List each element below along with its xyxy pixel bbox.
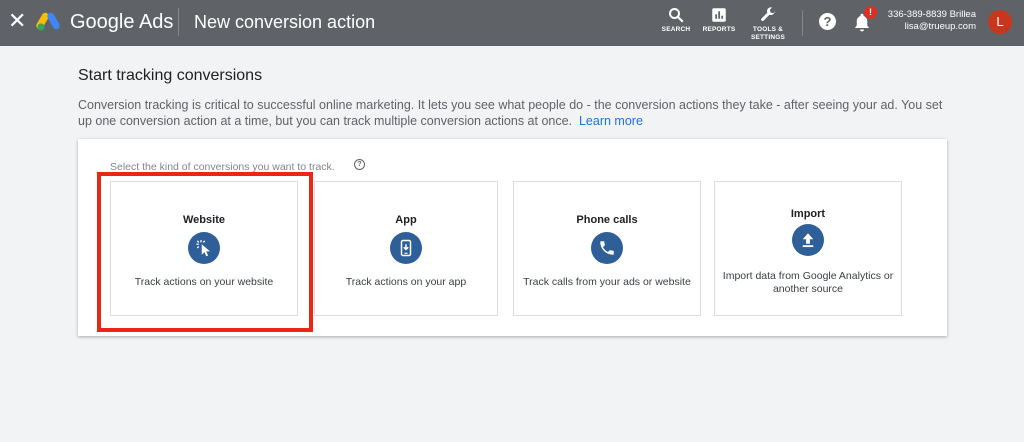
account-info[interactable]: 336-389-8839 Brillea lisa@trueup.com: [888, 9, 976, 33]
option-title: Import: [790, 208, 826, 220]
reports-button[interactable]: REPORTS: [702, 6, 736, 34]
google-ads-logo: [36, 12, 60, 31]
search-label: SEARCH: [661, 26, 691, 33]
section-heading: Start tracking conversions: [78, 67, 263, 84]
option-description: Import data from Google Analytics or ano…: [722, 270, 894, 295]
option-card-import[interactable]: Import Import data from Google Analytics…: [714, 181, 902, 316]
notification-badge: !: [864, 6, 877, 19]
option-card-app[interactable]: App Track actions on your app: [314, 181, 498, 316]
option-title: App: [395, 214, 417, 226]
section-description: Conversion tracking is critical to succe…: [78, 97, 958, 129]
divider: [802, 10, 803, 36]
search-button[interactable]: SEARCH: [660, 6, 692, 34]
page-title: New conversion action: [194, 12, 376, 32]
account-email: lisa@trueup.com: [904, 21, 976, 32]
reports-icon: [712, 8, 726, 22]
option-description: Track actions on your app: [345, 276, 467, 288]
highlight-box: [97, 172, 313, 332]
option-card-phone-calls[interactable]: Phone calls Track calls from your ads or…: [513, 181, 701, 316]
description-text: Conversion tracking is critical to succe…: [78, 98, 943, 128]
reports-label: REPORTS: [702, 26, 736, 33]
tools-settings-label: TOOLS & SETTINGS: [750, 26, 786, 41]
search-icon: [669, 8, 684, 23]
avatar[interactable]: L: [988, 10, 1012, 34]
learn-more-link[interactable]: Learn more: [579, 114, 643, 128]
phone-icon: [591, 232, 623, 264]
wrench-icon: [761, 7, 776, 21]
help-icon[interactable]: ?: [819, 13, 836, 30]
close-icon[interactable]: ✕: [8, 9, 26, 33]
upload-icon: [792, 224, 824, 256]
top-app-bar: ✕ Google Ads New conversion action SEARC…: [0, 0, 1024, 46]
account-phone: 336-389-8839 Brillea: [887, 9, 976, 20]
help-circle-icon[interactable]: ?: [354, 159, 365, 170]
brand-name: Google Ads: [70, 11, 174, 33]
tools-settings-button[interactable]: TOOLS & SETTINGS: [750, 6, 786, 42]
divider: [178, 8, 179, 36]
option-description: Track calls from your ads or website: [523, 276, 691, 288]
option-title: Phone calls: [576, 214, 638, 226]
mobile-app-icon: [390, 232, 422, 264]
